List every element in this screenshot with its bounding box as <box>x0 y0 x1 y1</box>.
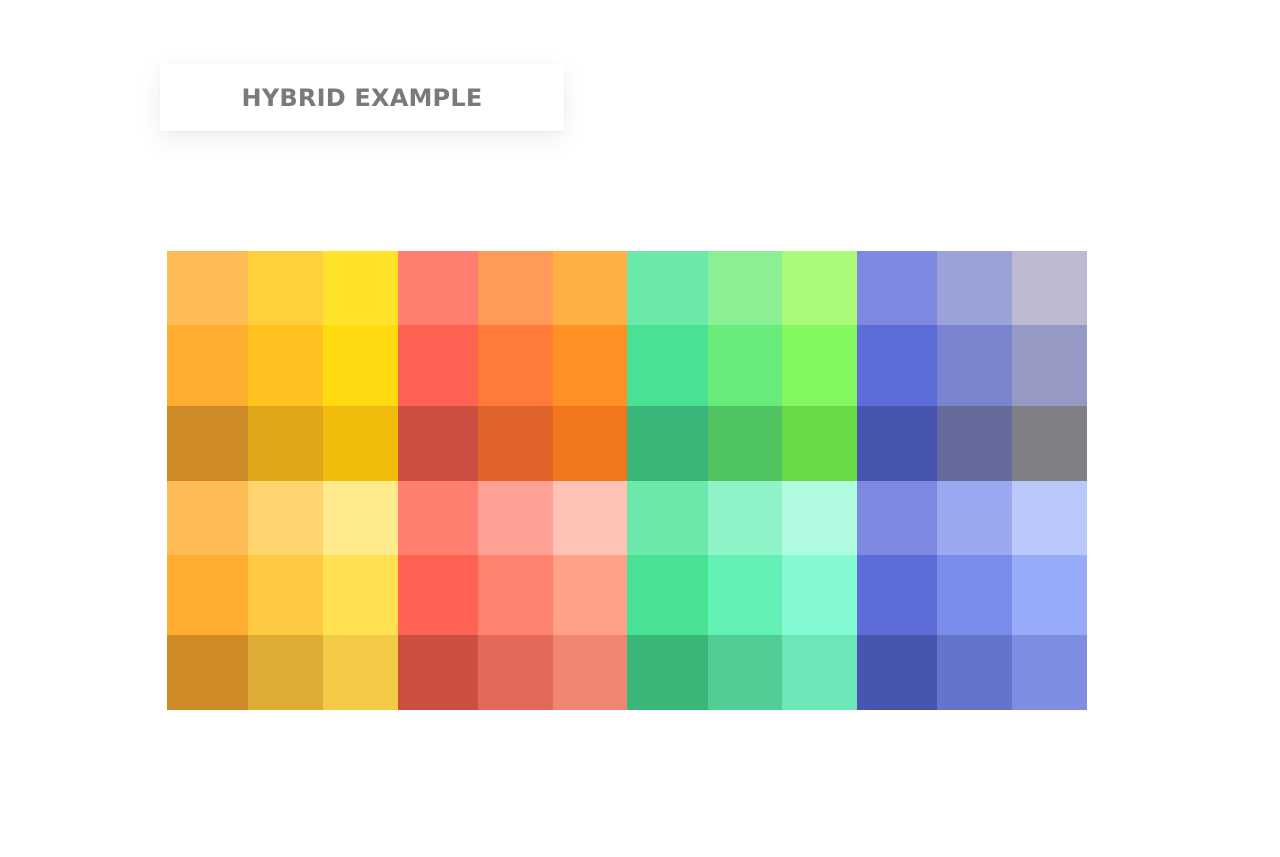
color-swatch <box>1012 635 1087 710</box>
color-swatch <box>627 555 708 635</box>
color-swatch <box>708 481 782 555</box>
color-swatch <box>398 325 478 406</box>
color-swatch <box>167 251 248 325</box>
color-swatch <box>937 325 1012 406</box>
color-swatch <box>167 406 248 481</box>
color-swatch <box>323 635 398 710</box>
color-swatch <box>708 325 782 406</box>
color-swatch <box>478 635 553 710</box>
color-swatch <box>167 635 248 710</box>
color-swatch <box>937 481 1012 555</box>
color-swatch <box>1012 325 1087 406</box>
color-swatch <box>782 325 857 406</box>
title-card: HYBRID EXAMPLE <box>160 64 564 131</box>
color-swatch <box>398 635 478 710</box>
color-swatch <box>553 481 627 555</box>
color-swatch <box>553 325 627 406</box>
color-swatch <box>248 481 323 555</box>
color-swatch <box>937 406 1012 481</box>
title-label: HYBRID EXAMPLE <box>241 83 483 112</box>
color-swatch <box>248 251 323 325</box>
color-swatch <box>857 635 937 710</box>
color-palette-grid <box>167 251 1087 710</box>
color-swatch <box>782 481 857 555</box>
color-swatch <box>708 406 782 481</box>
color-swatch <box>937 635 1012 710</box>
color-swatch <box>553 635 627 710</box>
color-swatch <box>323 251 398 325</box>
color-swatch <box>248 406 323 481</box>
color-swatch <box>782 635 857 710</box>
color-swatch <box>857 325 937 406</box>
color-swatch <box>1012 251 1087 325</box>
color-swatch <box>478 251 553 325</box>
color-swatch <box>857 406 937 481</box>
color-swatch <box>167 325 248 406</box>
color-swatch <box>398 251 478 325</box>
color-swatch <box>248 635 323 710</box>
color-swatch <box>553 251 627 325</box>
color-swatch <box>627 406 708 481</box>
color-swatch <box>398 555 478 635</box>
color-swatch <box>708 635 782 710</box>
color-swatch <box>1012 555 1087 635</box>
color-swatch <box>782 251 857 325</box>
color-swatch <box>857 555 937 635</box>
color-swatch <box>248 555 323 635</box>
color-swatch <box>708 555 782 635</box>
color-swatch <box>553 406 627 481</box>
color-swatch <box>857 481 937 555</box>
color-swatch <box>323 406 398 481</box>
color-swatch <box>398 481 478 555</box>
color-swatch <box>782 555 857 635</box>
color-swatch <box>478 481 553 555</box>
color-swatch <box>1012 481 1087 555</box>
color-swatch <box>167 481 248 555</box>
color-swatch <box>937 251 1012 325</box>
color-swatch <box>248 325 323 406</box>
color-swatch <box>937 555 1012 635</box>
color-swatch <box>553 555 627 635</box>
color-swatch <box>857 251 937 325</box>
color-swatch <box>323 325 398 406</box>
color-swatch <box>478 406 553 481</box>
color-swatch <box>708 251 782 325</box>
color-swatch <box>627 325 708 406</box>
color-swatch <box>782 406 857 481</box>
color-swatch <box>627 481 708 555</box>
color-swatch <box>1012 406 1087 481</box>
color-swatch <box>323 481 398 555</box>
color-swatch <box>627 635 708 710</box>
color-swatch <box>478 325 553 406</box>
color-swatch <box>398 406 478 481</box>
color-swatch <box>167 555 248 635</box>
color-swatch <box>627 251 708 325</box>
color-swatch <box>323 555 398 635</box>
color-swatch <box>478 555 553 635</box>
